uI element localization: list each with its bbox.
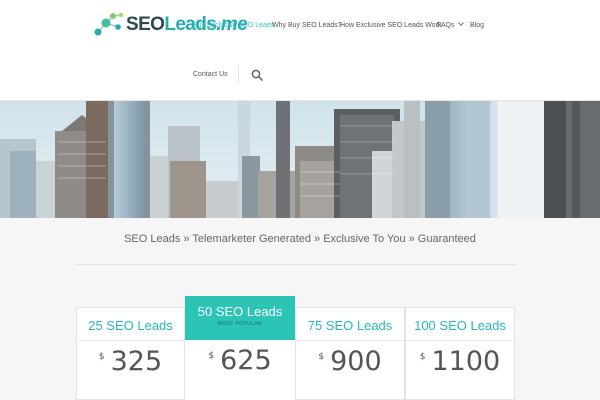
plan-price: $625	[185, 345, 295, 376]
pricing-plan-75[interactable]: 75 SEO Leads $900	[295, 307, 405, 400]
currency-symbol: $	[208, 351, 215, 361]
chevron-down-icon	[457, 20, 464, 26]
city-skyline-illustration	[0, 101, 600, 218]
nav-item-how-exclusive-seo-leads-work[interactable]: How Exclusive SEO Leads Work	[340, 22, 441, 29]
logo-molecule-icon	[94, 12, 124, 36]
nav-item-blog[interactable]: Blog	[470, 22, 484, 29]
plan-price: $900	[296, 346, 404, 377]
plan-title: 75 SEO Leads	[307, 318, 393, 333]
pricing-plan-25[interactable]: 25 SEO Leads $325	[76, 307, 185, 400]
nav-item-why-buy-seo-leads[interactable]: Why Buy SEO Leads?	[272, 22, 342, 29]
nav-divider	[238, 66, 239, 84]
plan-price: $325	[77, 346, 184, 377]
search-icon[interactable]	[251, 69, 263, 81]
plan-title: 25 SEO Leads	[88, 318, 173, 333]
plan-header: 25 SEO Leads	[77, 308, 184, 341]
price-value: 625	[220, 345, 272, 376]
currency-symbol: $	[318, 352, 325, 362]
pricing-plan-100[interactable]: 100 SEO Leads $1100	[405, 307, 515, 400]
hero-skyline-image	[0, 101, 600, 218]
plan-title: 50 SEO Leads	[197, 304, 283, 319]
plan-header: 100 SEO Leads	[406, 308, 514, 341]
price-value: 325	[110, 346, 163, 377]
plan-price: $1100	[406, 346, 514, 377]
pricing-plan-50[interactable]: 50 SEO Leads MOST POPULAR $625	[185, 296, 295, 400]
nav-item-contact-us[interactable]: Contact Us	[193, 71, 228, 78]
currency-symbol: $	[419, 352, 426, 362]
nav-item-faqs[interactable]: FAQs	[437, 20, 464, 29]
price-value: 1100	[431, 346, 501, 377]
plan-header: 75 SEO Leads	[296, 308, 404, 341]
plan-title: 100 SEO Leads	[414, 318, 506, 333]
plan-header: 50 SEO Leads MOST POPULAR	[185, 296, 295, 340]
price-value: 900	[330, 346, 382, 377]
most-popular-badge: MOST POPULAR	[217, 321, 263, 327]
currency-symbol: $	[98, 352, 105, 362]
nav-item-faqs-label: FAQs	[437, 22, 455, 29]
tagline: SEO Leads » Telemarketer Generated » Exc…	[124, 233, 476, 245]
nav-item-buy-exclusive-seo-leads[interactable]: Buy Exclusive SEO Leads	[193, 22, 274, 29]
section-divider	[76, 264, 517, 265]
site-header: SEOLeads.me Buy Exclusive SEO Leads Why …	[0, 0, 600, 101]
